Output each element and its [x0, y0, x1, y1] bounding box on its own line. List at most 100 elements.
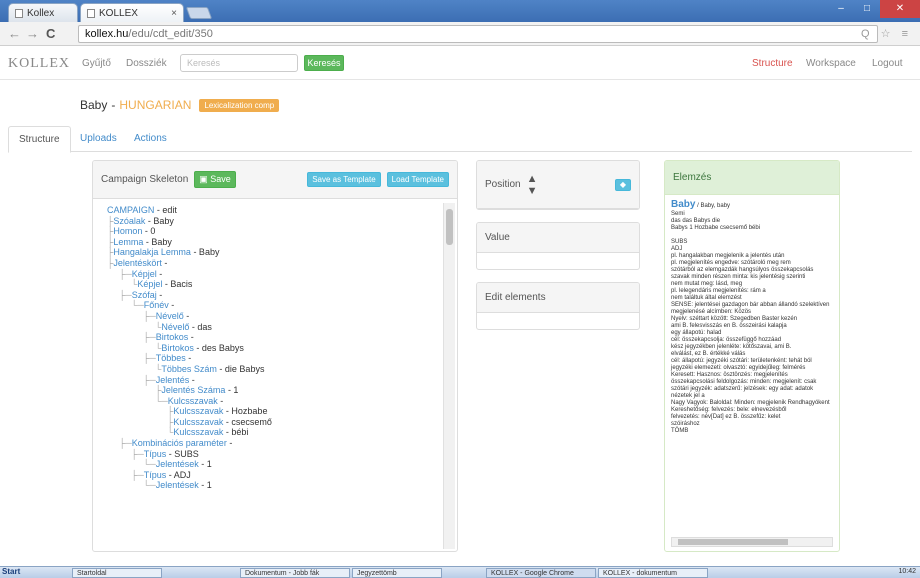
- tree-node-value: -: [156, 268, 163, 279]
- tree-node[interactable]: ├─Szófaj -: [107, 290, 437, 301]
- tree-node-key[interactable]: Kulcsszavak: [173, 406, 223, 416]
- taskbar-item[interactable]: Startoldal: [72, 568, 162, 578]
- taskbar-item[interactable]: Dokumentum - Jobb fák: [240, 568, 350, 578]
- tree-node[interactable]: ├─Típus - SUBS: [107, 449, 437, 460]
- tree-node[interactable]: ├─Képjel -: [107, 269, 437, 280]
- tree-node-key[interactable]: Jelentés Száma: [161, 385, 225, 395]
- browser-tab-2[interactable]: KOLLEX ×: [80, 3, 184, 22]
- tree-node[interactable]: ├Kulcsszavak - Hozbabe: [107, 406, 437, 417]
- nav-link-dossiers[interactable]: Dossziék: [126, 58, 167, 69]
- nav-logout[interactable]: Logout: [872, 58, 903, 69]
- tab-uploads[interactable]: Uploads: [70, 126, 127, 152]
- nav-workspace[interactable]: Workspace: [806, 58, 856, 69]
- tree-node[interactable]: └Kulcsszavak - bébi: [107, 427, 437, 438]
- new-tab-button[interactable]: [185, 7, 213, 19]
- tree-node-key[interactable]: Lemma: [113, 237, 143, 247]
- tab-structure[interactable]: Structure: [8, 126, 71, 153]
- save-button[interactable]: ▣ Save: [194, 171, 236, 188]
- analysis-line: ADJ: [671, 246, 683, 252]
- tree-node[interactable]: └─Jelentések - 1: [107, 480, 437, 491]
- tree-node[interactable]: ├Homon - 0: [107, 226, 437, 237]
- tree-node-key[interactable]: Hangalakja Lemma: [113, 247, 191, 257]
- taskbar-item[interactable]: KOLLEX - dokumentum: [598, 568, 708, 578]
- tab-actions[interactable]: Actions: [124, 126, 177, 152]
- menu-icon[interactable]: Q ☆ ≡: [861, 27, 912, 40]
- tree-node-key[interactable]: Jelentések: [156, 480, 199, 490]
- back-icon[interactable]: ←: [8, 26, 21, 41]
- tree-node-key[interactable]: Típus: [144, 449, 167, 459]
- tree-node-key[interactable]: Jelentéskört: [113, 258, 162, 268]
- taskbar-item[interactable]: Jegyzettömb: [352, 568, 442, 578]
- taskbar-item[interactable]: KOLLEX - Google Chrome: [486, 568, 596, 578]
- move-up-icon[interactable]: ▲: [527, 173, 538, 185]
- tree-node[interactable]: └─Kulcsszavak -: [107, 396, 437, 407]
- tree-node[interactable]: ├Szóalak - Baby: [107, 216, 437, 227]
- tree-node[interactable]: ├─Birtokos -: [107, 332, 437, 343]
- close-window-icon[interactable]: ✕: [880, 0, 920, 18]
- tree-node[interactable]: ├Lemma - Baby: [107, 237, 437, 248]
- tree-scrollbar[interactable]: [443, 203, 455, 549]
- minimize-icon[interactable]: –: [828, 0, 854, 18]
- edit-elements-body[interactable]: [477, 313, 639, 329]
- close-tab-icon[interactable]: ×: [171, 8, 177, 19]
- tree-node[interactable]: └─Főnév -: [107, 300, 437, 311]
- tree-node-key[interactable]: Képjel: [137, 279, 162, 289]
- tree-node[interactable]: ├Jelentéskört -: [107, 258, 437, 269]
- tree-node-value: - des Babys: [193, 342, 244, 353]
- tree-node-key[interactable]: Jelentések: [156, 459, 199, 469]
- nav-link-collector[interactable]: Gyűjtő: [82, 58, 111, 69]
- tree-node[interactable]: ├─Jelentés -: [107, 375, 437, 386]
- reload-icon[interactable]: C: [46, 26, 55, 41]
- load-template-button[interactable]: Load Template: [386, 172, 449, 187]
- save-as-template-button[interactable]: Save as Template: [307, 172, 381, 187]
- search-button[interactable]: Keresés: [304, 55, 344, 71]
- url-input[interactable]: kollex.hu/edu/cdt_edit/350: [78, 25, 878, 43]
- tree-node[interactable]: ├─Névelő -: [107, 311, 437, 322]
- scrollbar-thumb[interactable]: [678, 539, 788, 545]
- tree-node[interactable]: ├Hangalakja Lemma - Baby: [107, 247, 437, 258]
- tag-icon[interactable]: ◆: [615, 178, 631, 191]
- start-button[interactable]: Start: [2, 567, 20, 576]
- tree-node[interactable]: ├─Kombinációs paraméter -: [107, 438, 437, 449]
- tree-node[interactable]: └Birtokos - des Babys: [107, 343, 437, 354]
- tree-node-key[interactable]: Kombinációs paraméter: [132, 438, 227, 448]
- tree-node[interactable]: CAMPAIGN - edit: [107, 205, 437, 216]
- tree-node[interactable]: └Képjel - Bacis: [107, 279, 437, 290]
- tree-node[interactable]: ├─Típus - ADJ: [107, 470, 437, 481]
- tree-node[interactable]: └─Jelentések - 1: [107, 459, 437, 470]
- tree-node-key[interactable]: Többes: [156, 353, 186, 363]
- tree-node-key[interactable]: Birtokos: [156, 332, 189, 342]
- tree-node[interactable]: └Többes Szám - die Babys: [107, 364, 437, 375]
- tree-node[interactable]: ├Jelentés Száma - 1: [107, 385, 437, 396]
- move-down-icon[interactable]: ▼: [527, 185, 538, 197]
- nav-structure[interactable]: Structure: [752, 58, 793, 69]
- tree-node[interactable]: ├─Többes -: [107, 353, 437, 364]
- tree-node-key[interactable]: Homon: [113, 226, 142, 236]
- tree-node-key[interactable]: CAMPAIGN: [107, 205, 154, 215]
- tree-node-key[interactable]: Névelő: [156, 311, 184, 321]
- tree-node-key[interactable]: Szófaj: [132, 290, 157, 300]
- browser-tab-1[interactable]: Kollex: [8, 3, 78, 22]
- brand-logo[interactable]: KOLLEX: [8, 56, 70, 72]
- analysis-line: szótári jegyzék: adatszerű: jelzések: eg…: [671, 386, 814, 392]
- tree-node-key[interactable]: Birtokos: [161, 343, 194, 353]
- tree-node[interactable]: └Névelő - das: [107, 322, 437, 333]
- tree-node-key[interactable]: Kulcsszavak: [173, 427, 223, 437]
- tree-node-key[interactable]: Többes Szám: [161, 364, 217, 374]
- tree-node-key[interactable]: Képjel: [132, 269, 157, 279]
- tree-node-key[interactable]: Jelentés: [156, 375, 190, 385]
- forward-icon[interactable]: →: [26, 26, 39, 41]
- search-input[interactable]: Keresés: [180, 54, 298, 72]
- tree-node-key[interactable]: Kulcsszavak: [168, 396, 218, 406]
- value-body[interactable]: [477, 253, 639, 269]
- maximize-icon[interactable]: □: [854, 0, 880, 18]
- tree-node-key[interactable]: Főnév: [144, 300, 169, 310]
- tree-node-value: - edit: [154, 205, 177, 215]
- tree-node[interactable]: ├Kulcsszavak - csecsemő: [107, 417, 437, 428]
- tree-node-key[interactable]: Típus: [144, 470, 167, 480]
- scrollbar-thumb[interactable]: [446, 209, 453, 245]
- tree-node-key[interactable]: Szóalak: [113, 216, 145, 226]
- tree-node-key[interactable]: Kulcsszavak: [173, 417, 223, 427]
- analysis-scrollbar[interactable]: [671, 537, 833, 547]
- tree-node-key[interactable]: Névelő: [161, 322, 189, 332]
